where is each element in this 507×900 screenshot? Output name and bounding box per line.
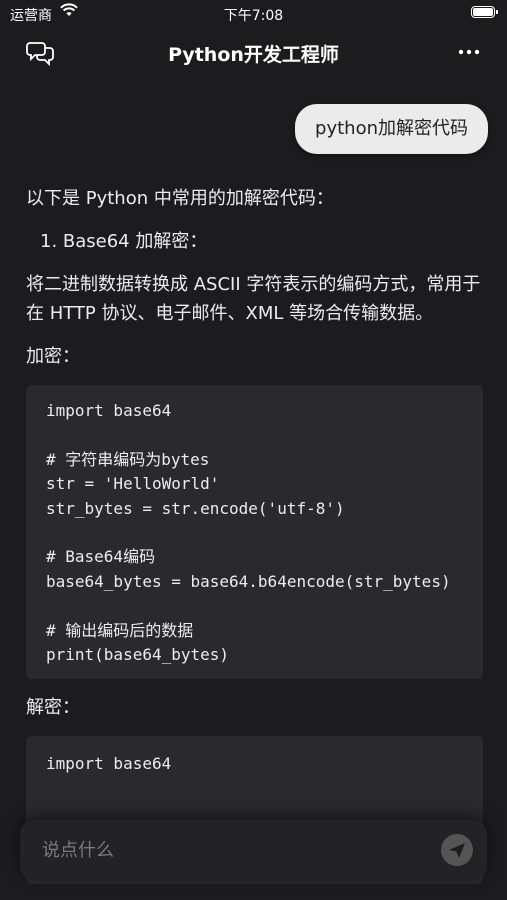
- encrypt-label: 加密：: [26, 346, 80, 367]
- more-dots-icon[interactable]: [457, 40, 481, 64]
- answer-list-item: 1. Base64 加解密：: [40, 231, 208, 252]
- message-input[interactable]: [40, 820, 417, 880]
- nav-bar: Python开发工程师: [0, 28, 507, 78]
- decrypt-label: 解密：: [26, 697, 80, 719]
- send-button[interactable]: [441, 834, 473, 866]
- message-input-bar: [20, 820, 487, 880]
- encrypt-code-block[interactable]: import base64 # 字符串编码为bytes str = 'Hello…: [26, 385, 483, 680]
- user-message-bubble: python加解密代码: [295, 104, 488, 154]
- chat-content[interactable]: python加解密代码 以下是 Python 中常用的加解密代码： 1. Bas…: [0, 82, 507, 900]
- status-time: 下午7:08: [223, 8, 284, 24]
- send-icon: [449, 843, 465, 858]
- answer-description: 将二进制数据转换成 ASCII 字符表示的编码方式，常用于在 HTTP 协议、电…: [26, 274, 481, 324]
- status-bar: 运营商 下午7:08: [0, 0, 507, 28]
- assistant-message: 以下是 Python 中常用的加解密代码： 1. Base64 加解密： 将二进…: [26, 184, 483, 898]
- page-title: Python开发工程师: [168, 44, 339, 66]
- answer-intro: 以下是 Python 中常用的加解密代码：: [26, 188, 334, 209]
- battery-icon: [471, 6, 498, 18]
